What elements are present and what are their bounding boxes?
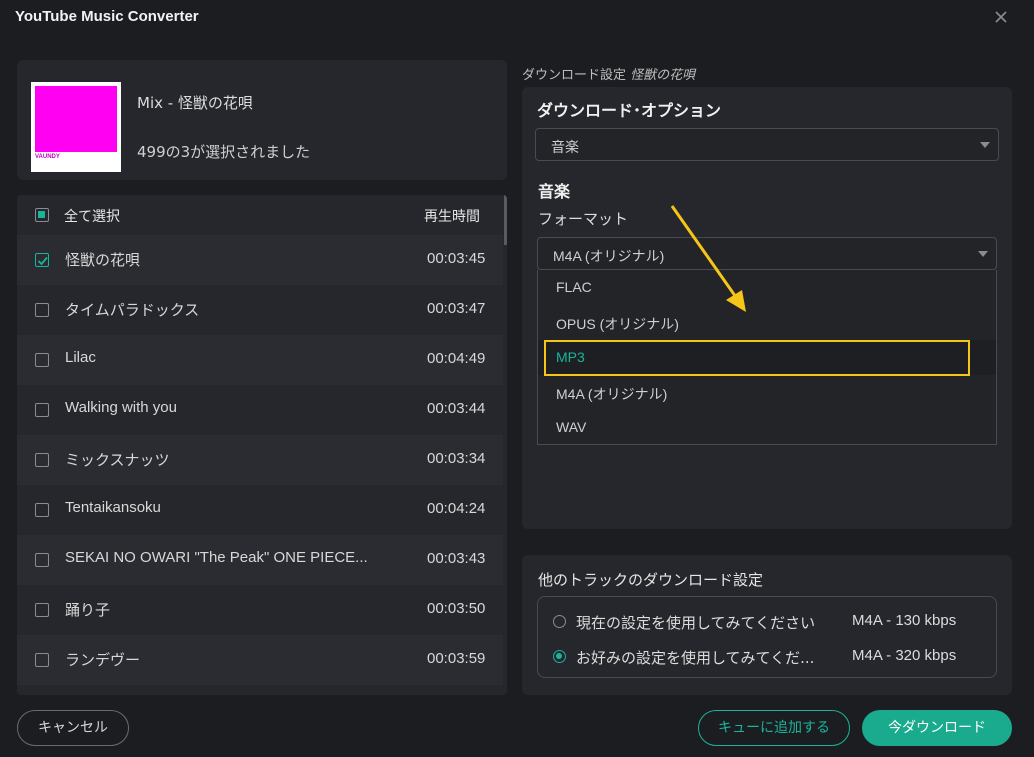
radio-preferred-settings[interactable] [553, 650, 566, 663]
settings-caption-song: 怪獣の花唄 [630, 68, 696, 83]
track-row[interactable]: ランデヴー 00:03:59 [17, 635, 503, 685]
radio-preferred-settings-value: M4A - 320 kbps [852, 647, 957, 664]
format-select[interactable]: M4A (オリジナル) [537, 237, 997, 270]
track-name: SEKAI NO OWARI "The Peak" ONE PIECE... [65, 549, 368, 566]
album-cover: VAUNDY [31, 82, 121, 172]
annotation-arrow-icon [670, 205, 746, 312]
settings-caption-prefix: ダウンロード設定 [522, 68, 631, 83]
cancel-button[interactable]: キャンセル [17, 710, 129, 746]
checkmark-icon [37, 256, 48, 266]
track-name: Lilac [65, 349, 96, 366]
track-duration: 00:03:59 [427, 650, 486, 667]
chevron-down-icon [978, 251, 988, 257]
track-name: Tentaikansoku [65, 499, 161, 516]
format-option-label: FLAC [556, 279, 592, 295]
track-row[interactable]: Lilac 00:04:49 [17, 335, 503, 385]
format-label: フォーマット [538, 210, 629, 228]
track-checkbox[interactable] [35, 553, 49, 567]
download-now-button[interactable]: 今ダウンロード [862, 710, 1012, 746]
track-checkbox[interactable] [35, 453, 49, 467]
cover-logo: VAUNDY [35, 154, 60, 160]
radio-current-settings-label: 現在の設定を使用してみてください [576, 614, 816, 632]
track-list-header: 全て選択 再生時間 [17, 195, 507, 235]
track-duration: 00:03:44 [427, 400, 486, 417]
format-option-label: WAV [556, 419, 587, 435]
settings-caption: ダウンロード設定 怪獣の花唄 [522, 64, 695, 83]
select-all-label: 全て選択 [64, 209, 120, 225]
album-title: Mix - 怪獣の花唄 [137, 94, 253, 112]
format-option[interactable]: FLAC [538, 270, 996, 305]
track-duration: 00:03:47 [427, 300, 486, 317]
track-row[interactable]: 怪獣の花唄 00:03:45 [17, 235, 503, 285]
format-option[interactable]: WAV [538, 410, 996, 445]
track-duration: 00:04:49 [427, 350, 486, 367]
duration-column-header: 再生時間 [424, 209, 480, 225]
music-heading: 音楽 [538, 182, 571, 201]
download-option-select[interactable]: 音楽 [535, 128, 999, 161]
format-option[interactable]: M4A (オリジナル) [538, 375, 996, 410]
format-value: M4A (オリジナル) [553, 248, 665, 264]
track-duration: 00:03:45 [427, 250, 486, 267]
track-checkbox[interactable] [35, 303, 49, 317]
track-checkbox[interactable] [35, 653, 49, 667]
other-tracks-title: 他のトラックのダウンロード設定 [538, 571, 764, 589]
track-row[interactable]: SEKAI NO OWARI "The Peak" ONE PIECE... 00… [17, 535, 503, 585]
track-row[interactable]: Tentaikansoku 00:04:24 [17, 485, 503, 535]
track-duration: 00:03:43 [427, 550, 486, 567]
cover-art [35, 86, 117, 152]
radio-current-settings[interactable] [553, 615, 566, 628]
close-icon[interactable] [992, 8, 1010, 26]
track-checkbox[interactable] [35, 353, 49, 367]
track-duration: 00:03:34 [427, 450, 486, 467]
track-name: Walking with you [65, 399, 177, 416]
track-row[interactable]: Walking with you 00:03:44 [17, 385, 503, 435]
track-checkbox[interactable] [35, 403, 49, 417]
add-to-queue-button[interactable]: キューに追加する [698, 710, 850, 746]
track-duration: 00:03:50 [427, 600, 486, 617]
track-row[interactable]: 踊り子 00:03:50 [17, 585, 503, 635]
radio-preferred-settings-label: お好みの設定を使用してみてくだ... [576, 649, 815, 667]
select-all-checkbox[interactable] [35, 208, 49, 222]
annotation-highlight-box [544, 340, 970, 376]
track-name: ミックスナッツ [65, 452, 170, 469]
selection-status: 499の3が選択されました [137, 143, 311, 161]
track-list: 全て選択 再生時間 怪獣の花唄 00:03:45 タイムパラドックス 00:03:47… [17, 195, 507, 695]
track-checkbox[interactable] [35, 603, 49, 617]
track-name: タイムパラドックス [65, 302, 200, 319]
radio-current-settings-value: M4A - 130 kbps [852, 612, 957, 629]
track-name: 怪獣の花唄 [65, 252, 141, 269]
track-row[interactable]: タイムパラドックス 00:03:47 [17, 285, 503, 335]
chevron-down-icon [980, 142, 990, 148]
format-option-label: M4A (オリジナル) [556, 386, 668, 402]
track-row[interactable]: ミックスナッツ 00:03:34 [17, 435, 503, 485]
track-checkbox[interactable] [35, 253, 49, 267]
track-name: ランデヴー [65, 652, 141, 669]
track-checkbox[interactable] [35, 503, 49, 517]
window-title: YouTube Music Converter [15, 8, 199, 25]
album-card: VAUNDY Mix - 怪獣の花唄 499の3が選択されました [17, 60, 507, 180]
track-duration: 00:04:24 [427, 500, 486, 517]
track-name: 踊り子 [65, 602, 111, 619]
download-option-value: 音楽 [551, 139, 579, 155]
track-list-scrollbar[interactable] [504, 195, 507, 245]
download-option-title: ダウンロード･オプション [537, 101, 722, 120]
format-option[interactable]: OPUS (オリジナル) [538, 305, 996, 340]
